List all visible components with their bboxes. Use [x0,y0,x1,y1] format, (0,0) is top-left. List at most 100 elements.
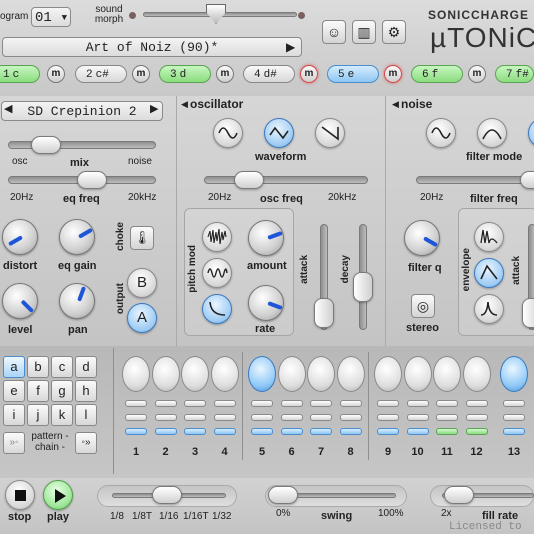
step-button[interactable] [184,428,206,435]
osc-freq-thumb[interactable] [234,171,264,189]
envelope-burst-button[interactable] [474,222,504,252]
rate-thumb[interactable] [152,486,182,504]
output-b-button[interactable]: B [127,268,157,298]
patch-name-display[interactable]: Art of Noiz (90)* [2,37,302,57]
chain-next-icon[interactable]: ◦» [75,432,97,454]
channel-4-button[interactable]: 4 d# [243,65,295,83]
trigger-pad[interactable] [500,356,528,392]
step-button[interactable] [251,414,273,421]
step-button[interactable] [436,414,458,421]
keyboard-icon[interactable]: ▥ [352,20,376,44]
step-button[interactable] [184,414,206,421]
step-button[interactable] [310,428,332,435]
step-button[interactable] [213,414,236,421]
pattern-key-k[interactable]: k [51,404,73,426]
step-button[interactable] [251,400,273,407]
trigger-pad[interactable] [307,356,335,392]
level-knob[interactable] [2,283,38,319]
step-button[interactable] [377,428,399,435]
step-button[interactable] [310,414,332,421]
mute-button-5[interactable]: m [384,65,402,83]
waveform-saw-button[interactable] [315,118,345,148]
pattern-key-g[interactable]: g [51,380,73,402]
step-button[interactable] [154,400,177,407]
mute-button-1[interactable]: m [47,65,65,83]
osc-freq-slider[interactable] [204,176,368,184]
step-button[interactable] [125,400,147,407]
filter-bandpass-button[interactable] [477,118,507,148]
trigger-pad[interactable] [210,356,239,392]
filter-freq-slider[interactable] [416,176,534,184]
channel-7-button[interactable]: 7 f# [495,65,534,83]
osc-decay-thumb[interactable] [353,272,373,302]
noise-attack-thumb[interactable] [522,298,534,328]
envelope-exp-button[interactable] [474,294,504,324]
pitch-mod-noise-button[interactable] [202,222,232,252]
pattern-key-l[interactable]: l [75,404,97,426]
trigger-pad[interactable] [336,356,365,392]
mute-button-6[interactable]: m [468,65,486,83]
filter-lowpass-button[interactable] [426,118,456,148]
pattern-key-j[interactable]: j [27,404,49,426]
amount-knob[interactable] [248,220,284,256]
trigger-pad[interactable] [181,356,209,392]
trigger-pad[interactable] [433,356,461,392]
drum-prev-icon[interactable]: ◀ [4,102,12,115]
step-button[interactable] [251,428,273,435]
envelope-linear-button[interactable] [474,258,504,288]
step-button[interactable] [436,428,458,435]
step-button[interactable] [154,428,177,435]
pattern-key-i[interactable]: i [3,404,25,426]
mute-button-3[interactable]: m [216,65,234,83]
step-button[interactable] [154,414,177,421]
step-button[interactable] [503,400,525,407]
trigger-pad[interactable] [403,356,432,392]
step-button[interactable] [125,428,147,435]
step-button[interactable] [125,414,147,421]
step-button[interactable] [503,428,525,435]
trigger-pad[interactable] [151,356,180,392]
noise-collapse-icon[interactable]: ◀ [392,99,399,110]
eq-gain-knob[interactable] [59,219,95,255]
step-button[interactable] [280,400,303,407]
output-a-button[interactable]: A [127,303,157,333]
settings-icon[interactable]: ⚙ [382,20,406,44]
pattern-key-a[interactable]: a [3,356,25,378]
step-button[interactable] [213,400,236,407]
program-selector[interactable]: 01 ▼ [31,7,71,27]
pattern-key-f[interactable]: f [27,380,49,402]
patch-next-icon[interactable]: ▶ [286,38,300,56]
play-button[interactable] [43,480,73,510]
waveform-triangle-button[interactable] [264,118,294,148]
pattern-key-d[interactable]: d [75,356,97,378]
step-button[interactable] [436,400,458,407]
channel-3-button[interactable]: 3 d [159,65,211,83]
pattern-key-c[interactable]: c [51,356,73,378]
mute-button-2[interactable]: m [132,65,150,83]
pan-knob[interactable] [59,283,95,319]
eq-freq-thumb[interactable] [77,171,107,189]
rate-knob[interactable] [248,285,284,321]
distort-knob[interactable] [2,219,38,255]
channel-6-button[interactable]: 6 f [411,65,463,83]
channel-2-button[interactable]: 2 c# [75,65,127,83]
osc-attack-thumb[interactable] [314,298,334,328]
pitch-mod-decay-button[interactable] [202,294,232,324]
fill-rate-thumb[interactable] [444,486,474,504]
filter-freq-thumb[interactable] [520,171,534,189]
step-button[interactable] [339,428,362,435]
channel-1-button[interactable]: 1 c [0,65,40,83]
drum-name-display[interactable]: SD Crepinion 2 [1,101,163,121]
stereo-icon[interactable]: ◎ [411,294,435,318]
step-button[interactable] [339,414,362,421]
swing-thumb[interactable] [268,486,298,504]
trigger-pad[interactable] [462,356,491,392]
step-button[interactable] [280,414,303,421]
step-button[interactable] [406,414,429,421]
step-button[interactable] [377,414,399,421]
step-button[interactable] [213,428,236,435]
step-button[interactable] [339,400,362,407]
step-button[interactable] [465,414,488,421]
trigger-pad[interactable] [374,356,402,392]
pattern-key-h[interactable]: h [75,380,97,402]
